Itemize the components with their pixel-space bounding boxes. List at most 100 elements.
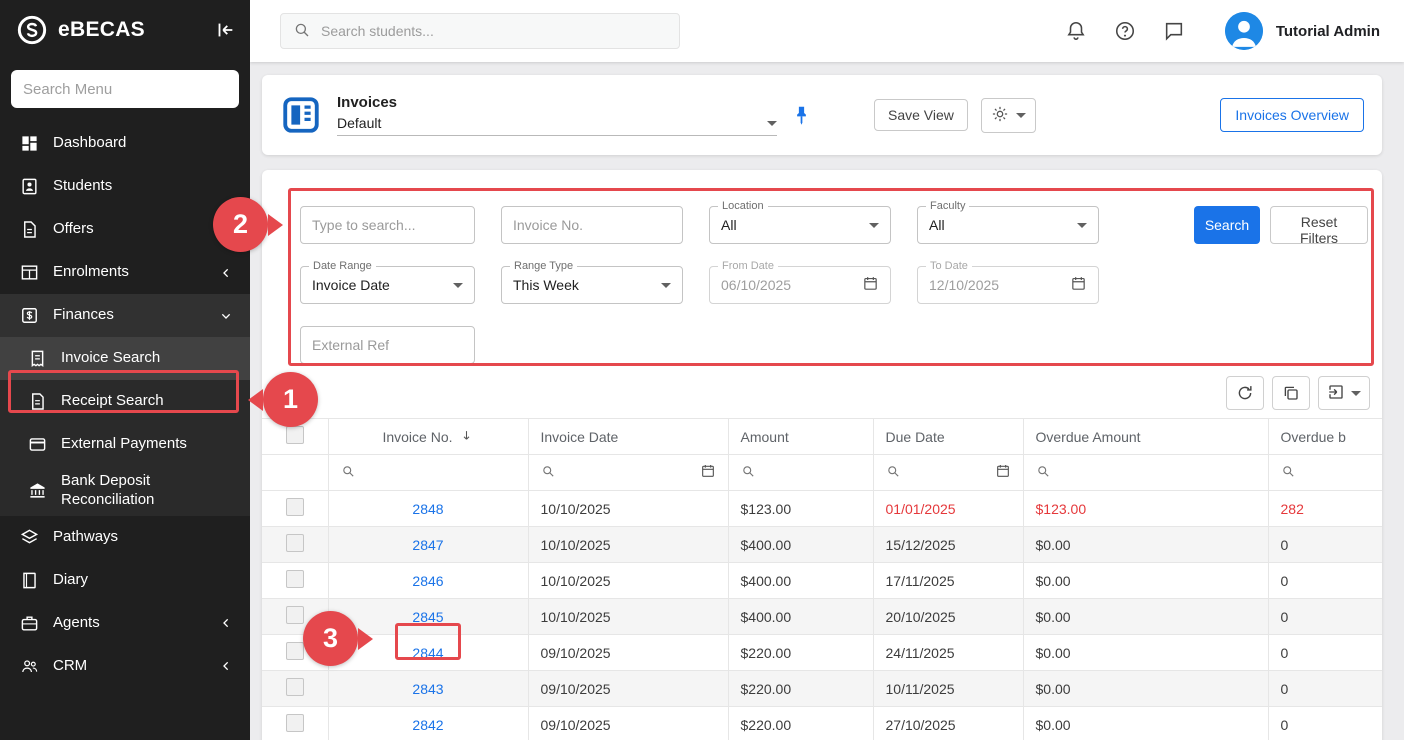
sidebar-search-input[interactable] <box>11 70 239 108</box>
invoice-number-link[interactable]: 2846 <box>412 573 443 589</box>
notifications-bell-icon[interactable] <box>1065 20 1087 42</box>
type-to-search-field[interactable] <box>300 206 475 244</box>
column-calendar-icon[interactable] <box>995 463 1011 482</box>
search-button[interactable]: Search <box>1194 206 1260 244</box>
cell-invoice-date: 10/10/2025 <box>528 599 728 635</box>
range-type-select[interactable]: Range Type This Week <box>501 266 683 304</box>
search-icon <box>293 21 311 42</box>
sidebar-item-receipt-search[interactable]: Receipt Search <box>0 380 250 423</box>
sidebar-item-dashboard[interactable]: Dashboard <box>0 122 250 165</box>
row-checkbox[interactable] <box>286 534 304 552</box>
invoices-overview-button[interactable]: Invoices Overview <box>1220 98 1364 132</box>
external-ref-input[interactable] <box>312 337 463 353</box>
row-checkbox[interactable] <box>286 642 304 660</box>
column-search-icon[interactable] <box>1281 464 1296 482</box>
export-icon <box>1327 383 1345 404</box>
table-row: 2844 09/10/2025 $220.00 24/11/2025 $0.00… <box>262 635 1382 671</box>
invoice-no-field[interactable] <box>501 206 683 244</box>
external-ref-field[interactable] <box>300 326 475 364</box>
cell-due-date: 20/10/2025 <box>873 599 1023 635</box>
reset-filters-button[interactable]: Reset Filters <box>1270 206 1368 244</box>
cell-due-date: 24/11/2025 <box>873 635 1023 671</box>
column-calendar-icon[interactable] <box>700 463 716 482</box>
invoice-number-link[interactable]: 2845 <box>412 609 443 625</box>
chat-icon[interactable] <box>1163 20 1185 42</box>
column-header-due-date[interactable]: Due Date <box>873 419 1023 455</box>
sidebar-item-bank-deposit-reconciliation[interactable]: Bank Deposit Reconciliation <box>0 466 250 516</box>
table-row: 2846 10/10/2025 $400.00 17/11/2025 $0.00… <box>262 563 1382 599</box>
column-header-overdue-amount[interactable]: Overdue Amount <box>1023 419 1268 455</box>
column-search-icon[interactable] <box>341 464 356 482</box>
cell-overdue-by: 0 <box>1268 599 1382 635</box>
invoice-number-link[interactable]: 2842 <box>412 717 443 733</box>
select-all-checkbox[interactable] <box>286 426 304 444</box>
type-to-search-input[interactable] <box>312 217 463 233</box>
cell-overdue-amount: $0.00 <box>1023 707 1268 740</box>
row-checkbox[interactable] <box>286 570 304 588</box>
calendar-icon <box>1070 275 1087 295</box>
location-select[interactable]: Location All <box>709 206 891 244</box>
annotation-step-2: 2 <box>213 197 268 252</box>
export-button[interactable] <box>1318 376 1370 410</box>
sidebar-item-agents[interactable]: Agents <box>0 602 250 645</box>
cell-invoice-date: 09/10/2025 <box>528 635 728 671</box>
invoice-number-link[interactable]: 2844 <box>412 645 443 661</box>
sidebar: eBECAS Dashboard Students Offers Enrolme… <box>0 0 250 740</box>
save-view-button[interactable]: Save View <box>874 99 968 131</box>
invoice-number-link[interactable]: 2847 <box>412 537 443 553</box>
student-search-input[interactable] <box>321 23 651 39</box>
copy-button[interactable] <box>1272 376 1310 410</box>
row-checkbox[interactable] <box>286 714 304 732</box>
table-header-row: Invoice No. Invoice Date Amount Due Date… <box>262 419 1382 455</box>
sidebar-item-pathways[interactable]: Pathways <box>0 516 250 559</box>
row-checkbox[interactable] <box>286 678 304 696</box>
chevron-down-icon <box>1016 113 1026 118</box>
to-date-field[interactable]: To Date 12/10/2025 <box>917 266 1099 304</box>
column-search-icon[interactable] <box>886 464 901 482</box>
cell-invoice-date: 10/10/2025 <box>528 527 728 563</box>
receipt-search-icon <box>28 392 47 411</box>
help-icon[interactable] <box>1114 20 1136 42</box>
column-header-overdue-by[interactable]: Overdue b <box>1268 419 1382 455</box>
cell-amount: $400.00 <box>728 527 873 563</box>
pin-icon[interactable] <box>791 105 812 126</box>
invoice-number-link[interactable]: 2843 <box>412 681 443 697</box>
column-header-amount[interactable]: Amount <box>728 419 873 455</box>
column-header-invoice-no[interactable]: Invoice No. <box>328 419 528 455</box>
sidebar-item-finances[interactable]: Finances <box>0 294 250 337</box>
external-payments-icon <box>28 435 47 454</box>
chevron-expanded-icon <box>218 308 234 324</box>
from-date-field[interactable]: From Date 06/10/2025 <box>709 266 891 304</box>
view-settings-button[interactable] <box>981 98 1036 133</box>
row-checkbox[interactable] <box>286 498 304 516</box>
user-menu[interactable]: Tutorial Admin <box>1225 12 1380 50</box>
chevron-collapsed-icon <box>218 615 234 631</box>
column-search-icon[interactable] <box>741 464 756 482</box>
app-root: eBECAS Dashboard Students Offers Enrolme… <box>0 0 1404 740</box>
invoice-no-input[interactable] <box>513 217 671 233</box>
row-checkbox[interactable] <box>286 606 304 624</box>
sidebar-item-diary[interactable]: Diary <box>0 559 250 602</box>
finances-group: Finances Invoice Search Receipt Search E… <box>0 294 250 516</box>
view-select[interactable]: Default <box>337 115 777 136</box>
topbar-icons <box>1065 20 1185 42</box>
sidebar-item-enrolments[interactable]: Enrolments <box>0 251 250 294</box>
sidebar-item-external-payments[interactable]: External Payments <box>0 423 250 466</box>
cell-amount: $220.00 <box>728 671 873 707</box>
cell-amount: $400.00 <box>728 563 873 599</box>
sidebar-item-invoice-search[interactable]: Invoice Search <box>0 337 250 380</box>
sidebar-header: eBECAS <box>0 0 250 60</box>
column-header-invoice-date[interactable]: Invoice Date <box>528 419 728 455</box>
table-row: 2845 10/10/2025 $400.00 20/10/2025 $0.00… <box>262 599 1382 635</box>
invoice-number-link[interactable]: 2848 <box>412 501 443 517</box>
faculty-select[interactable]: Faculty All <box>917 206 1099 244</box>
refresh-button[interactable] <box>1226 376 1264 410</box>
column-search-icon[interactable] <box>541 464 556 482</box>
filter-row-1: Location All Faculty All Search Reset Fi… <box>300 206 1368 244</box>
column-search-icon[interactable] <box>1036 464 1051 482</box>
sidebar-item-students[interactable]: Students <box>0 165 250 208</box>
sidebar-item-crm[interactable]: CRM <box>0 645 250 688</box>
topbar: Tutorial Admin <box>250 0 1404 62</box>
sidebar-collapse-icon[interactable] <box>214 19 236 41</box>
date-range-select[interactable]: Date Range Invoice Date <box>300 266 475 304</box>
